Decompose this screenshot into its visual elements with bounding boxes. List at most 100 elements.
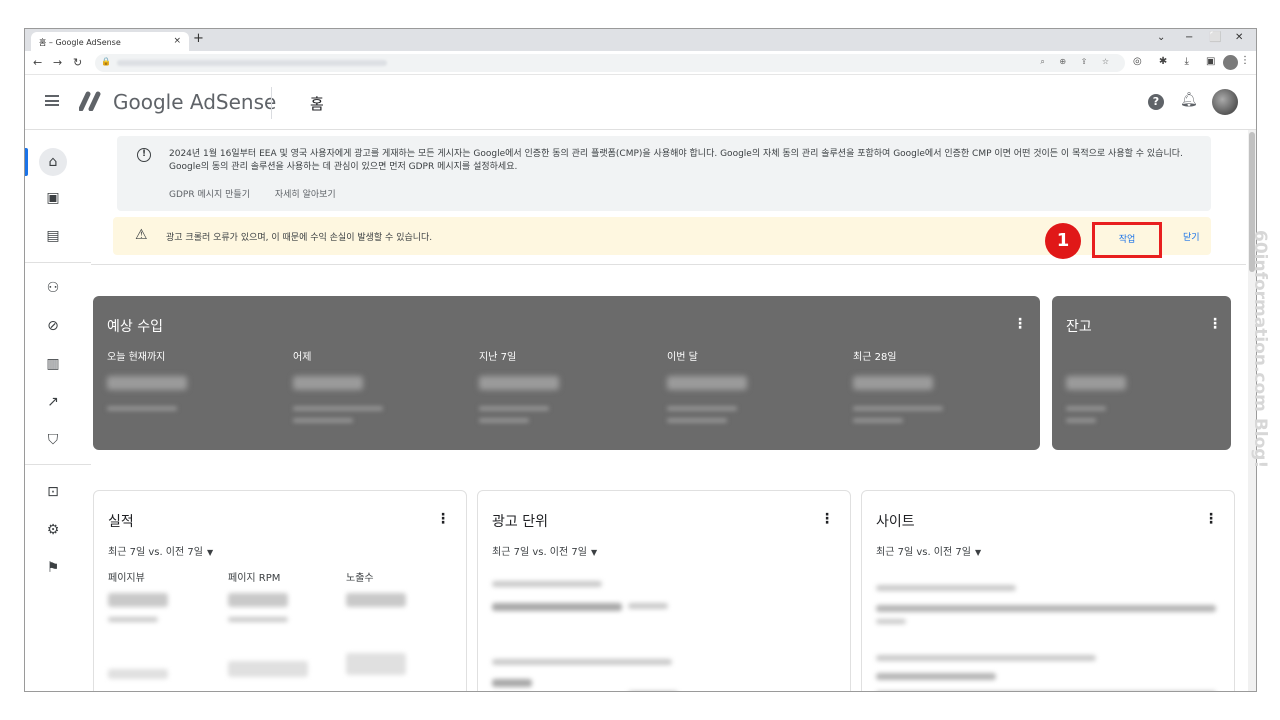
- lock-icon: 🔒: [101, 57, 111, 66]
- metric-label: 오늘 현재까지: [107, 352, 166, 363]
- sidebar-item-settings[interactable]: ⚙: [39, 516, 67, 544]
- browser-menu-icon[interactable]: ⋮: [1240, 55, 1250, 66]
- address-bar-row: ← → ↻ 🔒 ⌕ ⊕ ⇪ ☆ ◎ ✱ ⤓ ▣ ⋮: [25, 51, 1256, 75]
- metric-label: 최근 28일: [853, 352, 897, 363]
- crawler-warning-text: 광고 크롤러 오류가 있으며, 이 때문에 수익 손실이 발생할 수 있습니다.: [166, 233, 433, 243]
- info-icon: !: [137, 148, 151, 162]
- date-range-dropdown[interactable]: 최근 7일 vs. 이전 7일 ▼: [108, 543, 213, 558]
- watermark-text: 60information.com Blog!: [1250, 230, 1270, 469]
- performance-card: 실적 ⋮ 최근 7일 vs. 이전 7일 ▼ 페이지뷰 페이지 RPM 노출수: [93, 490, 467, 691]
- redacted-row: [492, 659, 672, 665]
- close-window-button[interactable]: ✕: [1235, 32, 1243, 43]
- account-avatar[interactable]: [1212, 89, 1238, 115]
- card-title: 사이트: [876, 514, 915, 530]
- warning-icon: ⚠: [135, 227, 148, 243]
- minimize-button[interactable]: −: [1185, 32, 1193, 43]
- sidebar-active-indicator: [25, 148, 28, 176]
- more-options-icon[interactable]: ⋮: [436, 511, 450, 527]
- sidebar-item-privacy[interactable]: ⚇: [39, 274, 67, 302]
- learn-more-link[interactable]: 자세히 알아보기: [275, 190, 336, 200]
- maximize-button[interactable]: ⬜: [1209, 32, 1221, 43]
- card-title: 광고 단위: [492, 514, 548, 530]
- column-header: 노출수: [346, 573, 374, 584]
- tab-search-icon[interactable]: ⌄: [1157, 32, 1165, 43]
- redacted-detail: [853, 406, 943, 411]
- dismiss-button[interactable]: 닫기: [1183, 230, 1200, 243]
- gdpr-notice-banner: ! 2024년 1월 16일부터 EEA 및 영국 사용자에게 광고를 게재하는…: [117, 136, 1211, 211]
- redacted-value: [346, 593, 406, 607]
- sidebar-item-home[interactable]: ⌂: [39, 148, 67, 176]
- sidebar-item-policy[interactable]: ⛉: [39, 426, 67, 454]
- browser-tab[interactable]: 홈 – Google AdSense ×: [31, 32, 189, 51]
- sidebar-divider: [25, 464, 91, 465]
- redacted-detail: [667, 418, 727, 423]
- sidebar-item-reports[interactable]: ▥: [39, 350, 67, 378]
- sidebar-item-blocking[interactable]: ⊘: [39, 312, 67, 340]
- redacted-detail: [107, 406, 177, 411]
- header-divider: [271, 87, 272, 119]
- browser-profile-avatar[interactable]: [1223, 55, 1238, 70]
- redacted-detail: [293, 418, 353, 423]
- main-content: ! 2024년 1월 16일부터 EEA 및 영국 사용자에게 광고를 게재하는…: [91, 130, 1246, 691]
- url-text-redacted: [117, 60, 387, 66]
- redacted-detail: [1066, 418, 1096, 423]
- sidebar-item-optimization[interactable]: ↗: [39, 388, 67, 416]
- redacted-detail: [628, 603, 668, 609]
- sidebar-item-feedback[interactable]: ⚑: [39, 554, 67, 582]
- redacted-value: [853, 376, 933, 390]
- date-range-dropdown[interactable]: 최근 7일 vs. 이전 7일 ▼: [876, 543, 981, 558]
- redacted-value: [667, 376, 747, 390]
- redacted-value: [228, 593, 288, 607]
- date-range-dropdown[interactable]: 최근 7일 vs. 이전 7일 ▼: [492, 543, 597, 558]
- browser-window: 홈 – Google AdSense × + ⌄ − ⬜ ✕ ← → ↻ 🔒 ⌕…: [24, 28, 1257, 692]
- more-options-icon[interactable]: ⋮: [1204, 511, 1218, 527]
- redacted-bar: [492, 679, 532, 687]
- redacted-row: [492, 581, 602, 587]
- sidebar-item-payments[interactable]: ⊡: [39, 478, 67, 506]
- omnibox-icons[interactable]: ⌕ ⊕ ⇪ ☆: [1040, 57, 1115, 67]
- back-icon[interactable]: ←: [33, 56, 42, 69]
- sidebar-item-sites[interactable]: ▤: [39, 222, 67, 250]
- hamburger-menu-icon[interactable]: [45, 95, 59, 106]
- redacted-value: [293, 376, 363, 390]
- extension-icons[interactable]: ◎ ✱ ⤓ ▣: [1133, 56, 1223, 67]
- date-range-label: 최근 7일 vs. 이전 7일: [876, 547, 971, 558]
- redacted-detail: [479, 418, 529, 423]
- adsense-logo-icon: [79, 91, 101, 111]
- redacted-detail: [667, 406, 737, 411]
- more-options-icon[interactable]: ⋮: [1208, 316, 1222, 332]
- redacted-value: [107, 376, 187, 390]
- tab-strip: 홈 – Google AdSense × + ⌄ − ⬜ ✕: [25, 29, 1256, 51]
- card-title: 예상 수입: [107, 319, 163, 335]
- redacted-detail: [228, 617, 288, 622]
- redacted-detail: [108, 617, 158, 622]
- more-options-icon[interactable]: ⋮: [1013, 316, 1027, 332]
- new-tab-button[interactable]: +: [193, 31, 204, 46]
- estimated-earnings-card: 예상 수입 ⋮ 오늘 현재까지 어제 지난 7일 이번 달 최근 28일: [93, 296, 1040, 450]
- url-field[interactable]: 🔒 ⌕ ⊕ ⇪ ☆: [95, 54, 1125, 72]
- date-range-label: 최근 7일 vs. 이전 7일: [492, 547, 587, 558]
- redacted-sparkline: [108, 669, 168, 679]
- redacted-detail: [876, 619, 906, 624]
- create-gdpr-message-link[interactable]: GDPR 메시지 만들기: [169, 190, 250, 200]
- redacted-detail: [853, 418, 903, 423]
- notifications-bell-icon[interactable]: 🔔︎: [1180, 92, 1198, 108]
- reload-icon[interactable]: ↻: [73, 56, 82, 69]
- tab-close-icon[interactable]: ×: [173, 36, 181, 46]
- redacted-row: [876, 585, 1016, 591]
- dropdown-caret-icon: ▼: [590, 548, 598, 557]
- action-button[interactable]: 작업: [1092, 222, 1162, 258]
- redacted-detail: [293, 406, 383, 411]
- redacted-value: [479, 376, 559, 390]
- more-options-icon[interactable]: ⋮: [820, 511, 834, 527]
- sidebar-item-ads[interactable]: ▣: [39, 184, 67, 212]
- app-header: Google AdSense 홈 ? 🔔︎: [25, 75, 1256, 130]
- redacted-value: [1066, 376, 1126, 390]
- watermark: 60information.com Blog!: [1250, 230, 1280, 490]
- help-icon[interactable]: ?: [1148, 94, 1164, 110]
- redacted-sparkline: [228, 661, 308, 677]
- dropdown-caret-icon: ▼: [974, 548, 982, 557]
- gdpr-notice-links: GDPR 메시지 만들기 자세히 알아보기: [169, 187, 358, 200]
- forward-icon[interactable]: →: [53, 56, 62, 69]
- dropdown-caret-icon: ▼: [206, 548, 214, 557]
